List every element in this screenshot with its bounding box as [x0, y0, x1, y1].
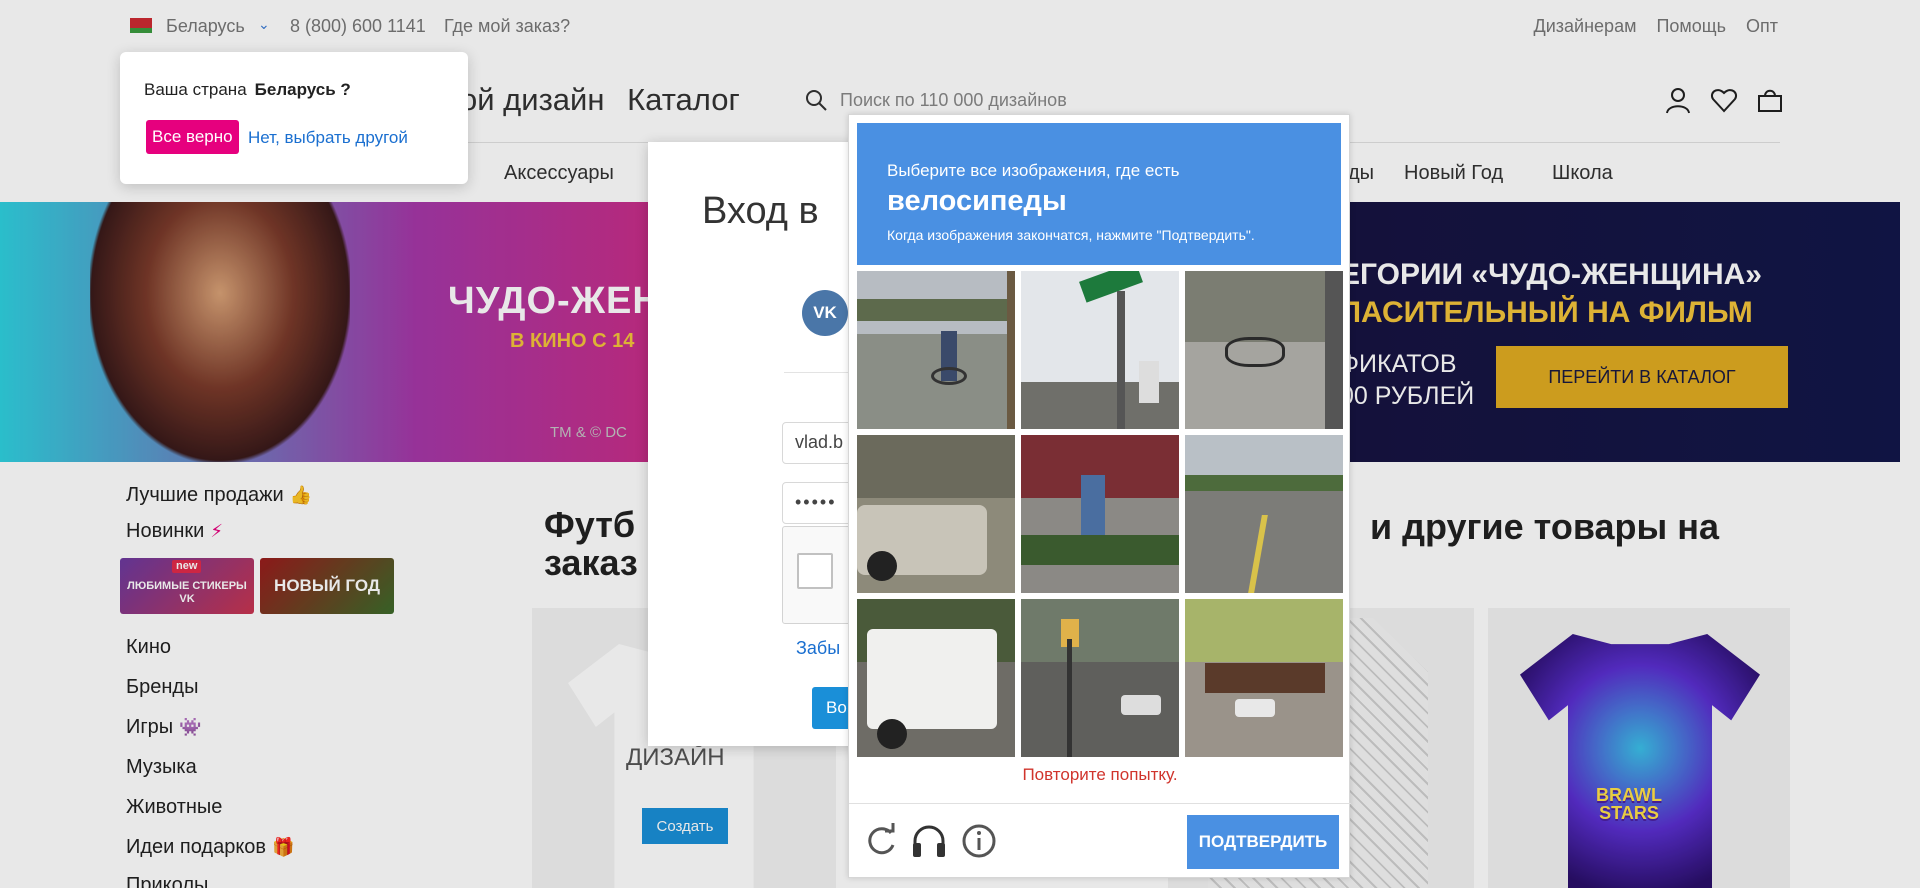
forgot-password-link[interactable]: Забы — [796, 638, 840, 659]
image-tile[interactable] — [857, 271, 1015, 429]
challenge-target: велосипеды — [887, 185, 1067, 217]
image-tile[interactable] — [1185, 435, 1343, 593]
headphones-icon[interactable] — [909, 821, 949, 861]
country-popover: Ваша страна Беларусь ? Все верно Нет, выб… — [120, 52, 468, 184]
login-title: Вход в — [702, 190, 819, 232]
challenge-hint: Когда изображения закончатся, нажмите "П… — [887, 227, 1255, 243]
info-icon[interactable] — [959, 821, 999, 861]
confirm-country-button[interactable]: Все верно — [146, 120, 239, 154]
recaptcha-challenge: Выберите все изображения, где есть велос… — [848, 114, 1351, 878]
country-question: Ваша страна Беларусь ? — [144, 80, 351, 100]
retry-error: Повторите попытку. — [1022, 765, 1178, 784]
image-tile[interactable] — [1021, 599, 1179, 757]
image-tile[interactable] — [1021, 271, 1179, 429]
challenge-instruction: Выберите все изображения, где есть — [887, 161, 1180, 180]
footer-divider — [849, 803, 1351, 804]
image-tile[interactable] — [1185, 271, 1343, 429]
reload-icon[interactable] — [861, 821, 901, 861]
image-tile[interactable] — [857, 599, 1015, 757]
image-grid — [857, 271, 1343, 757]
vk-login-icon[interactable]: VK — [802, 290, 848, 336]
challenge-header: Выберите все изображения, где есть велос… — [857, 123, 1341, 265]
verify-button[interactable]: ПОДТВЕРДИТЬ — [1187, 815, 1339, 869]
image-tile[interactable] — [1185, 599, 1343, 757]
choose-other-country-link[interactable]: Нет, выбрать другой — [248, 128, 408, 148]
question-label: Ваша страна — [144, 80, 247, 99]
country-name: Беларусь ? — [254, 80, 351, 99]
page: Беларусь ⌄ 8 (800) 600 1141 Где мой зака… — [0, 0, 1920, 888]
image-tile[interactable] — [857, 435, 1015, 593]
image-tile[interactable] — [1021, 435, 1179, 593]
recaptcha-checkbox[interactable] — [797, 553, 833, 589]
